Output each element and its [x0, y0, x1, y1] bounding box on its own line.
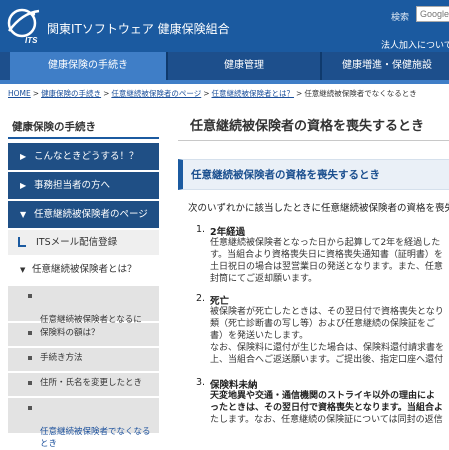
triangle-right-icon: ▶: [20, 181, 27, 190]
list-number: 2.: [196, 293, 206, 304]
sidebar-subitem-premium[interactable]: 保険料の額は？: [8, 323, 159, 347]
sidebar-item-faq[interactable]: ▶ こんなときどうする！？: [8, 143, 159, 171]
list-number: 1.: [196, 224, 206, 235]
join-link[interactable]: 法人加入について: [381, 38, 449, 51]
bullet-icon: [28, 294, 32, 298]
svg-text:ITS: ITS: [25, 36, 38, 45]
sidebar-subitem-loss[interactable]: 任意継続被保険者でなくなる とき: [8, 398, 159, 449]
list-heading: 2年経過: [210, 227, 246, 238]
sidebar-rule: [8, 137, 159, 139]
sidebar-item-label: 任意継続被保険者のページ: [34, 209, 148, 220]
breadcrumb-current: 任意継続被保険者でなくなるとき: [304, 89, 417, 98]
bullet-icon: [28, 381, 32, 385]
its-logo[interactable]: ITS: [6, 5, 42, 45]
list-heading: 死亡: [210, 296, 230, 307]
bullet-icon: [28, 356, 32, 360]
breadcrumb-continuation[interactable]: 任意継続被保険者のページ: [111, 89, 201, 98]
nav-tab-procedures[interactable]: 健康保険の手続き: [10, 52, 166, 80]
sidebar-item-label: 事務担当者の方へ: [34, 180, 111, 191]
list-heading: 保険料未納: [210, 380, 258, 391]
corner-icon: [18, 237, 26, 247]
bullet-icon: [28, 331, 32, 335]
nav-underline: [0, 80, 449, 84]
list-subheading: 天変地異や交通・通信機関のストライキ以外の理由によ ったときは、その翌日付で資格…: [210, 391, 443, 413]
sidebar-item-staff[interactable]: ▶ 事務担当者の方へ: [8, 172, 159, 200]
search-input[interactable]: [416, 6, 449, 22]
sidebar-subitem-address-change[interactable]: 住所・氏名を変更したとき: [8, 373, 159, 397]
sidebar-item-label: 任意継続被保険者とは？: [32, 264, 137, 275]
section-title: 任意継続被保険者の資格を喪失するとき: [191, 169, 380, 181]
breadcrumb-about[interactable]: 任意継続被保険者とは？: [212, 89, 295, 98]
sidebar-subitem-label: 任意継続被保険者でなくなる とき: [40, 427, 151, 449]
sidebar-subitem-how-to[interactable]: 任意継続被保険者となるに は？: [8, 286, 159, 337]
search-label: 検索: [391, 13, 410, 23]
breadcrumb-procedures[interactable]: 健康保険の手続き: [41, 89, 101, 98]
nav-tab-promotion[interactable]: 健康増進・保健施設: [322, 52, 449, 80]
bullet-icon: [28, 406, 32, 410]
sidebar-subitem-label: 手続き方法: [40, 353, 83, 363]
sidebar-item-label: こんなときどうする！？: [34, 151, 139, 162]
list-body: 任意継続被保険者となった日から起算して2年を経過した す。当組合より資格喪失日に…: [210, 238, 443, 284]
list-body: たします。なお、任意継続の保険証については同封の返信: [210, 415, 443, 425]
list-body: 被保険者が死亡したときは、その翌日付で資格喪失となり 類（死亡診断書の写し等）お…: [210, 307, 445, 365]
sidebar-subitem-label: 住所・氏名を変更したとき: [40, 378, 143, 388]
page-title: 任意継続被保険者の資格を喪失するとき: [190, 119, 425, 134]
triangle-down-icon: ▼: [20, 266, 26, 274]
list-number: 3.: [196, 377, 206, 388]
breadcrumb-home[interactable]: HOME: [8, 89, 31, 98]
breadcrumb: HOME > 健康保険の手続き > 任意継続被保険者のページ > 任意継続被保険者とは？ > 任…: [8, 89, 417, 98]
sidebar-item-continuation[interactable]: ▼ 任意継続被保険者のページ: [8, 201, 159, 229]
sidebar-title: 健康保険の手続き: [12, 121, 96, 133]
intro-text: 次のいずれかに該当したときに任意継続被保険者の資格を喪失: [188, 203, 449, 214]
nav-tab-health[interactable]: 健康管理: [168, 52, 320, 80]
sidebar-item-label: ITSメール配信登録: [36, 237, 118, 248]
triangle-right-icon: ▶: [20, 152, 27, 161]
triangle-down-icon: ▼: [20, 210, 27, 219]
site-header: ITS 関東ITソフトウェア 健康保険組合 検索 法人加入について: [0, 0, 449, 52]
sidebar-group-about[interactable]: ▼ 任意継続被保険者とは？: [8, 256, 159, 284]
sidebar-item-mail[interactable]: ITSメール配信登録: [8, 230, 159, 255]
title-divider: [178, 140, 449, 141]
sidebar-subitem-label: 保険料の額は？: [40, 328, 100, 338]
global-nav: 健康保険の手続き 健康管理 健康増進・保健施設: [0, 52, 449, 80]
site-title[interactable]: 関東ITソフトウェア 健康保険組合: [47, 20, 230, 37]
sidebar-subitem-procedure[interactable]: 手続き方法: [8, 348, 159, 372]
